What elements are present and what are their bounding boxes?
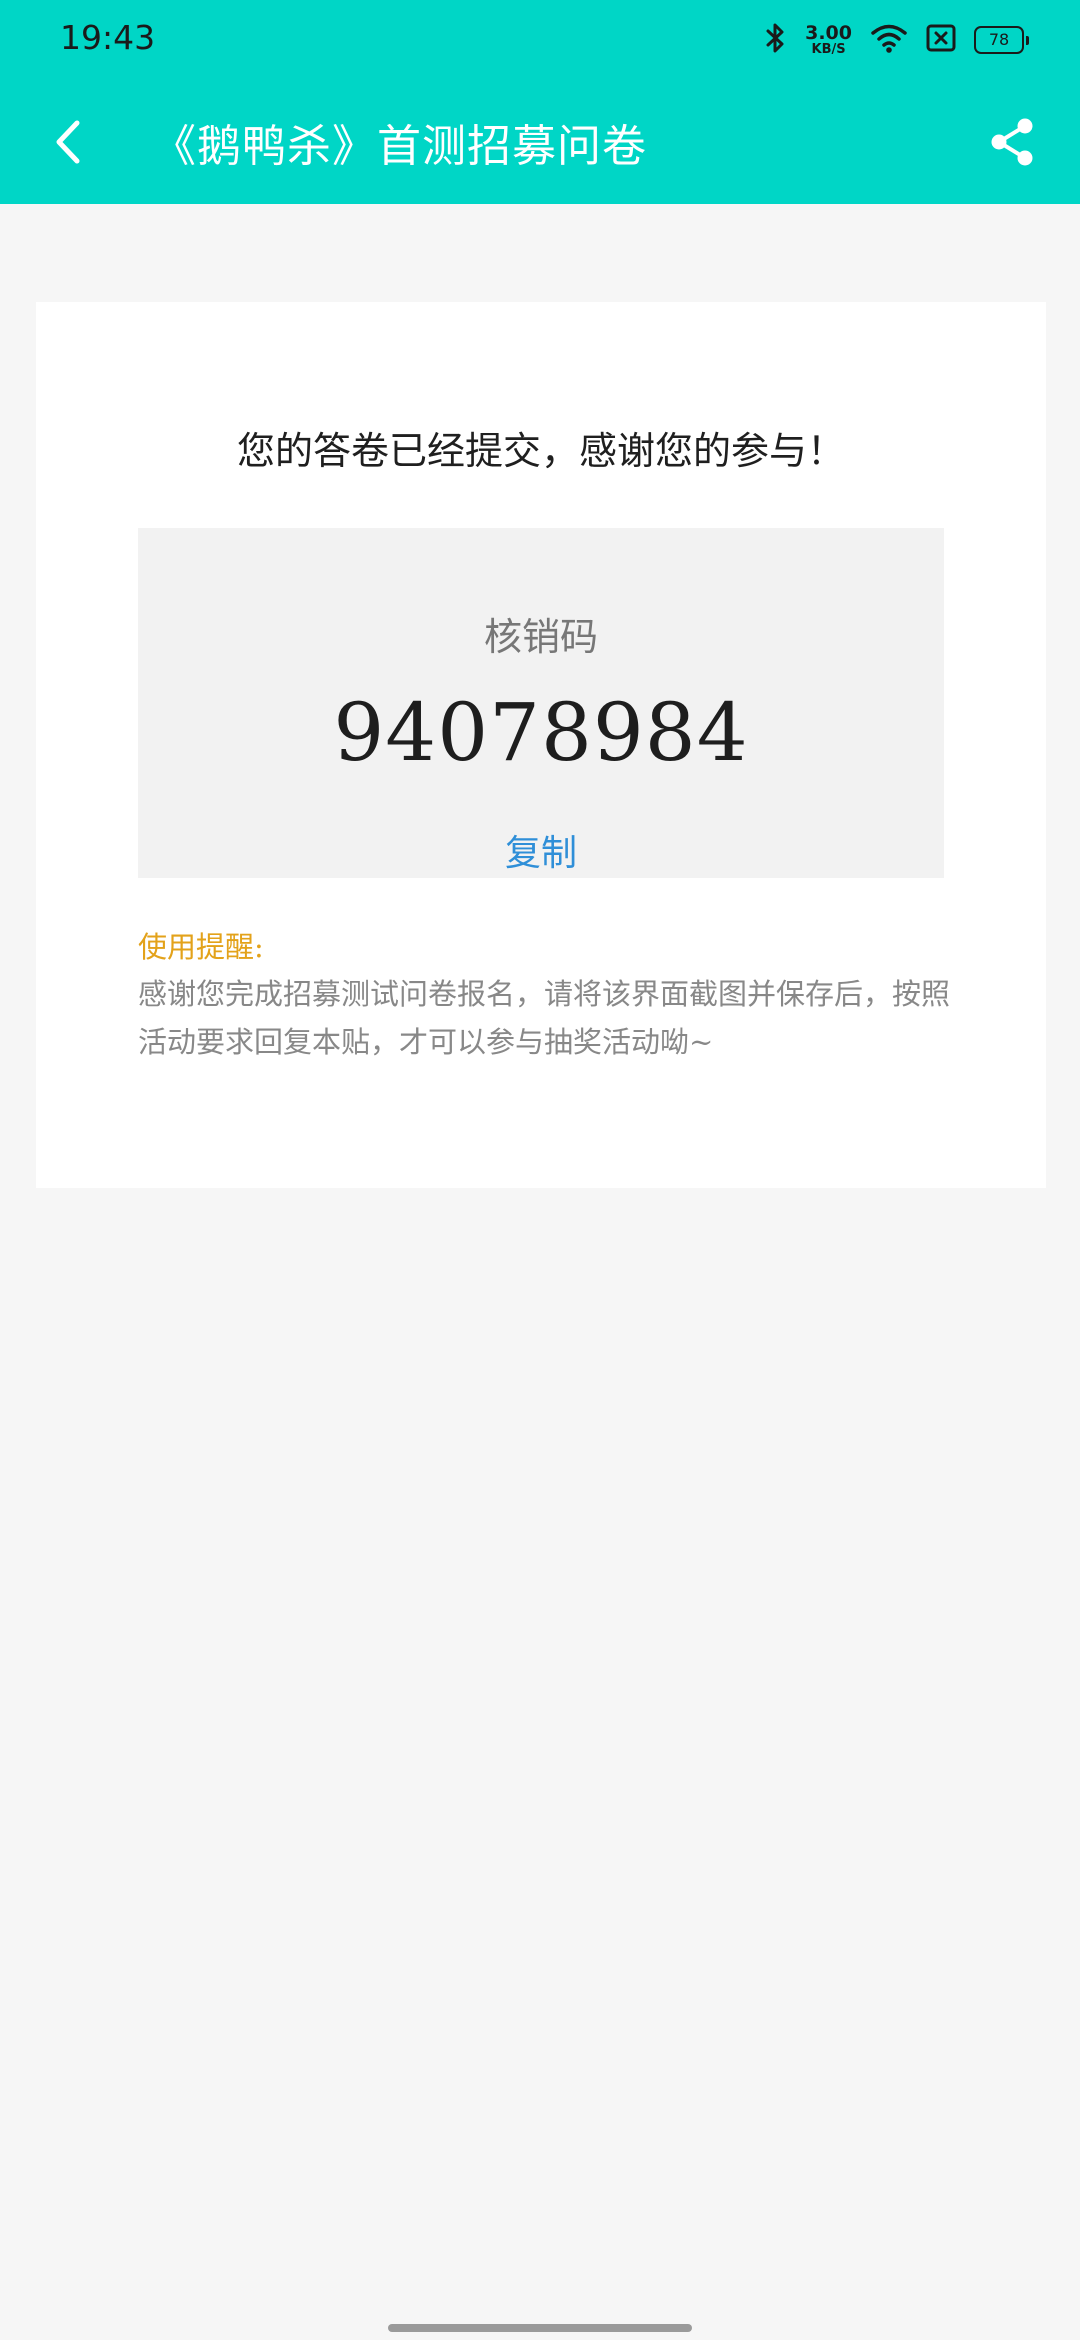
- net-speed: 3.00 KB/S: [805, 22, 852, 57]
- verification-code-box: 核销码 94078984 复制: [138, 528, 944, 878]
- code-value: 94078984: [333, 686, 749, 779]
- app-header: 19:43 3.00 KB/S 78 《鹅鸭杀》首测招募问卷: [0, 0, 1080, 204]
- page-title: 《鹅鸭杀》首测招募问卷: [152, 121, 647, 172]
- status-icons: 3.00 KB/S 78: [765, 22, 1029, 58]
- tip-title: 使用提醒:: [138, 930, 264, 964]
- chevron-left-icon: [56, 120, 80, 164]
- home-indicator[interactable]: [388, 2324, 692, 2332]
- net-speed-unit: KB/S: [811, 42, 846, 57]
- code-label: 核销码: [483, 615, 598, 659]
- result-card: 您的答卷已经提交，感谢您的参与！ 核销码 94078984 复制 使用提醒: 感…: [36, 302, 1046, 1188]
- status-time: 19:43: [60, 18, 156, 57]
- nav-bar: 《鹅鸭杀》首测招募问卷: [0, 96, 1080, 188]
- back-button[interactable]: [36, 110, 100, 174]
- bluetooth-icon: [765, 22, 787, 58]
- net-speed-value: 3.00: [805, 22, 852, 44]
- sim-error-icon: [926, 24, 956, 56]
- screen: 19:43 3.00 KB/S 78 《鹅鸭杀》首测招募问卷 您的答卷已经提交，…: [0, 0, 1080, 2340]
- status-bar: 19:43 3.00 KB/S 78: [0, 0, 1080, 80]
- share-icon: [991, 118, 1033, 166]
- wifi-icon: [870, 23, 908, 57]
- tip-text: 感谢您完成招募测试问卷报名，请将该界面截图并保存后，按照活动要求回复本贴，才可以…: [138, 977, 951, 1059]
- battery-icon: 78: [974, 26, 1029, 54]
- share-button[interactable]: [980, 110, 1044, 174]
- copy-button[interactable]: 复制: [138, 824, 944, 876]
- submit-success-message: 您的答卷已经提交，感谢您的参与！: [236, 429, 845, 473]
